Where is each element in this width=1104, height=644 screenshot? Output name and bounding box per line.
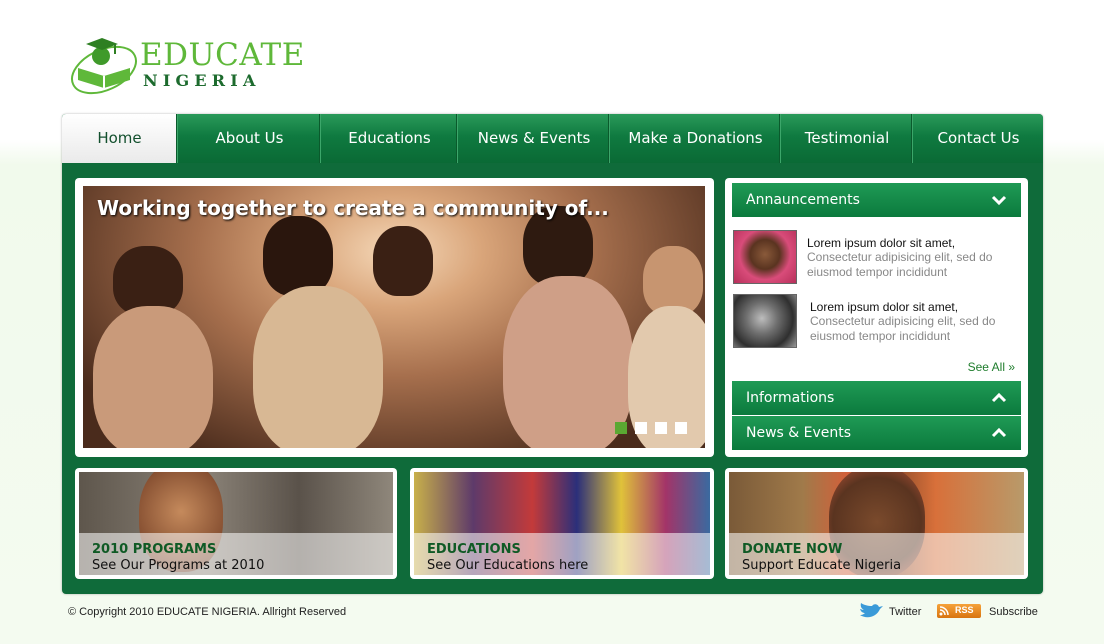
hero-slider: Working together to create a community o…: [75, 178, 714, 457]
rss-feed-icon: [939, 606, 949, 616]
slider-dot-1[interactable]: [615, 422, 627, 434]
news-events-header[interactable]: News & Events: [732, 416, 1021, 450]
logo-wordmark-educate: EDUCATE: [140, 37, 305, 73]
hero-photo: Working together to create a community o…: [83, 186, 705, 448]
chevron-up-icon: [991, 392, 1007, 403]
news-events-label: News & Events: [746, 425, 852, 441]
nav-educations[interactable]: Educations: [320, 114, 458, 163]
announcement-body: Consectetur adipisicing elit, sed do eiu…: [810, 314, 996, 343]
announcement-title: Lorem ipsum dolor sit amet,: [810, 300, 959, 314]
chevron-down-icon: [991, 195, 1007, 206]
logo-wordmark-nigeria: NIGERIA: [143, 71, 261, 90]
twitter-link[interactable]: Twitter: [889, 606, 921, 618]
informations-header[interactable]: Informations: [732, 381, 1021, 415]
announcement-item[interactable]: Lorem ipsum dolor sit amet, Consectetur …: [733, 230, 1023, 286]
educations-subtitle: See Our Educations here: [427, 558, 589, 573]
donate-subtitle: Support Educate Nigeria: [742, 558, 902, 573]
announcement-thumbnail: [733, 230, 797, 284]
donate-tile[interactable]: DONATE NOW Support Educate Nigeria: [725, 468, 1028, 579]
announcements-header[interactable]: Annauncements: [732, 183, 1021, 217]
nav-testimonial[interactable]: Testimonial: [780, 114, 913, 163]
programs-subtitle: See Our Programs at 2010: [92, 558, 265, 573]
nav-about-us[interactable]: About Us: [177, 114, 321, 163]
slider-dot-3[interactable]: [655, 422, 667, 434]
announcement-thumbnail: [733, 294, 797, 348]
nav-make-donations[interactable]: Make a Donations: [609, 114, 781, 163]
announcements-label: Annauncements: [746, 192, 860, 208]
donate-title: DONATE NOW: [742, 542, 843, 557]
chevron-up-icon: [991, 427, 1007, 438]
programs-tile[interactable]: 2010 PROGRAMS See Our Programs at 2010: [75, 468, 397, 579]
twitter-bird-icon[interactable]: [858, 603, 884, 621]
announcement-item[interactable]: Lorem ipsum dolor sit amet, Consectetur …: [733, 294, 1023, 350]
announcement-title: Lorem ipsum dolor sit amet,: [807, 236, 956, 250]
nav-contact-us[interactable]: Contact Us: [912, 114, 1043, 163]
informations-label: Informations: [746, 390, 835, 406]
slider-pagination: [615, 422, 687, 434]
subscribe-link[interactable]: Subscribe: [989, 606, 1038, 618]
see-all-link[interactable]: See All »: [968, 360, 1015, 374]
nav-home[interactable]: Home: [62, 114, 177, 163]
slider-dot-4[interactable]: [675, 422, 687, 434]
nav-news-events[interactable]: News & Events: [457, 114, 610, 163]
site-logo[interactable]: EDUCATE NIGERIA: [68, 30, 304, 102]
graduate-book-logo-icon: [71, 38, 137, 95]
rss-badge-label: RSS: [955, 605, 974, 615]
copyright-text: © Copyright 2010 EDUCATE NIGERIA. Allrig…: [68, 606, 347, 618]
educations-title: EDUCATIONS: [427, 542, 521, 557]
announcement-body: Consectetur adipisicing elit, sed do eiu…: [807, 250, 993, 279]
slider-dot-2[interactable]: [635, 422, 647, 434]
educations-tile[interactable]: EDUCATIONS See Our Educations here: [410, 468, 714, 579]
sidebar-panel: Annauncements Lorem ipsum dolor sit amet…: [725, 178, 1028, 457]
hero-caption: Working together to create a community o…: [97, 196, 609, 220]
programs-title: 2010 PROGRAMS: [92, 542, 217, 557]
rss-badge[interactable]: RSS: [937, 604, 981, 618]
main-navigation: Home About Us Educations News & Events M…: [62, 114, 1043, 163]
